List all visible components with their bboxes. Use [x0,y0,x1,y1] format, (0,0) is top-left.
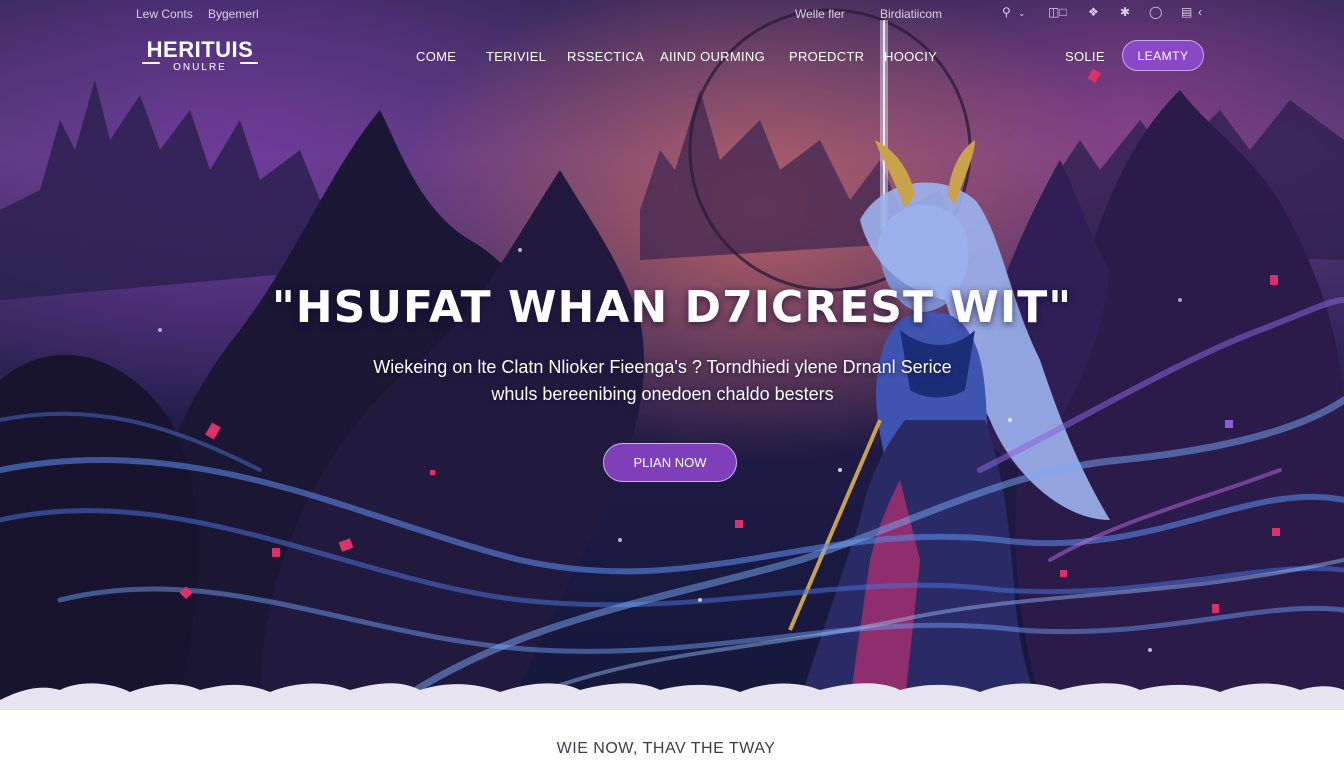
logo[interactable]: HERITUIS ONULRE [138,38,262,74]
nav-item-1[interactable]: COME [416,49,456,64]
section-heading: WIE NOW, THAV THE TWAY [556,740,776,757]
nav-item-3[interactable]: RSSECTICA [567,49,644,64]
nav-item-4[interactable]: AIIND OURMING [660,49,765,64]
nav-item-5[interactable]: PROEDCTR [789,49,864,64]
cloud-icon[interactable]: ◯ [1149,5,1162,19]
chevron-down-icon[interactable]: ⌄ [1018,8,1026,19]
nav-signin-link[interactable]: SOLIE [1065,49,1105,64]
utility-link-1[interactable]: Lew Conts [136,7,193,21]
utility-link-2[interactable]: Bygemerl [208,7,259,21]
window-icon[interactable]: ◫□ [1048,5,1067,19]
logo-swoosh-right [240,62,258,64]
hero-subtitle-line-2: whuls bereenibing onedoen chaldo besters [491,384,834,404]
hero-illustration [0,8,1344,710]
nav-item-2[interactable]: TERIVIEL [486,49,546,64]
utility-link-3[interactable]: Welle fler [795,7,845,21]
nav-item-6[interactable]: HOOCIY [884,49,937,64]
hero-subtitle-line-1: Wiekeing on lte Clatn Nlioker Fieenga's … [373,357,952,377]
chevron-left-icon[interactable]: ‹ [1198,5,1202,19]
utility-link-4[interactable]: Birdiatiicom [880,7,942,21]
logo-swoosh-left [142,62,160,64]
plan-now-button[interactable]: PLIAN NOW [603,443,737,482]
grid-icon[interactable]: ✱ [1120,5,1130,19]
hero-headline: "HSUFAT WHAN D7ICREST WIT" [271,282,1073,333]
logo-wordmark: HERITUIS [146,37,254,62]
chat-icon[interactable]: ❖ [1088,5,1099,19]
signup-button[interactable]: LEAMTY [1122,40,1204,71]
card-icon[interactable]: ▤ [1181,5,1192,19]
hero-banner: Lew Conts Bygemerl Welle fler Birdiatiic… [0,0,1344,710]
search-icon[interactable]: ⚲ [1002,5,1011,19]
